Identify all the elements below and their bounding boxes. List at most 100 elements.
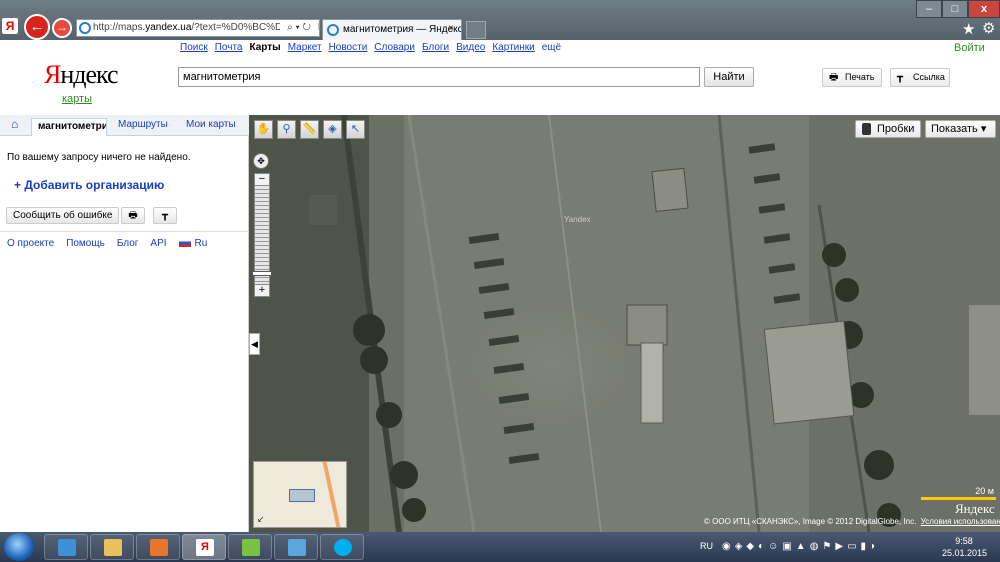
- ruler-icon[interactable]: 📏: [300, 120, 319, 139]
- taskbar-app-audio[interactable]: [274, 534, 318, 560]
- taskbar-app-skype[interactable]: [320, 534, 364, 560]
- start-button[interactable]: [4, 533, 34, 561]
- nav-link-maps: Карты: [249, 42, 281, 53]
- yandex-favicon: Я: [2, 18, 18, 34]
- nav-link-search[interactable]: Поиск: [180, 42, 208, 53]
- nav-link-images[interactable]: Картинки: [492, 42, 534, 53]
- zoom-control: ✥ − +: [252, 153, 272, 298]
- mail-icon: [58, 539, 76, 556]
- zoom-slider-thumb[interactable]: [252, 271, 272, 276]
- home-icon[interactable]: ⌂: [11, 117, 18, 131]
- close-window-button[interactable]: x: [968, 0, 1000, 18]
- folder-icon: [104, 539, 122, 556]
- nav-link-mail[interactable]: Почта: [215, 42, 243, 53]
- sidebar-tabs: ⌂ магнитометрия Маршруты Мои карты: [0, 115, 249, 136]
- top-nav: Поиск Почта Карты Маркет Новости Словари Блоги…: [180, 42, 568, 53]
- browser-chrome: Я ← → http://maps.yandex.ua/?text=%D0%BC…: [0, 0, 1000, 40]
- nav-link-more[interactable]: ещё: [542, 42, 561, 53]
- service-name-link[interactable]: карты: [62, 93, 92, 105]
- map-watermark: Yandex: [564, 215, 591, 224]
- russian-flag-icon: [178, 239, 191, 247]
- nav-link-blogs[interactable]: Блоги: [422, 42, 449, 53]
- nav-link-dictionaries[interactable]: Словари: [374, 42, 415, 53]
- map-yandex-logo: Яндекс: [955, 501, 995, 516]
- language-label: Ru: [194, 238, 208, 249]
- minimap-road: [320, 462, 344, 527]
- forward-button[interactable]: →: [52, 18, 72, 38]
- add-organization-link[interactable]: + Добавить организацию: [14, 178, 164, 192]
- taskbar-app-explorer[interactable]: [90, 534, 134, 560]
- pin-icon: ┳: [897, 72, 904, 83]
- minimize-button[interactable]: –: [916, 0, 942, 18]
- tab-search-results[interactable]: магнитометрия: [31, 118, 107, 136]
- magnifier-icon[interactable]: ⚲: [277, 120, 296, 139]
- terms-link[interactable]: Условия использования: [921, 517, 1000, 526]
- layers-icon[interactable]: ◈: [323, 120, 342, 139]
- gear-icon[interactable]: ⚙: [982, 19, 995, 37]
- print-button[interactable]: 🖶 Печать: [822, 68, 882, 87]
- overview-minimap[interactable]: ↙: [253, 461, 347, 528]
- footer-links: О проекте Помощь Блог API Ru: [7, 238, 219, 249]
- printer-icon: 🖶: [128, 210, 138, 221]
- link-results-button[interactable]: ┳: [153, 207, 177, 224]
- satellite-imagery: [309, 115, 1000, 532]
- speaker-icon: [288, 539, 306, 556]
- tab-close-icon[interactable]: ×: [448, 23, 454, 34]
- hand-icon[interactable]: ✋: [254, 120, 273, 139]
- yandex-icon: Я: [196, 539, 214, 556]
- taskbar-app-media-player[interactable]: [136, 534, 180, 560]
- find-button[interactable]: Найти: [704, 67, 754, 87]
- zoom-in-button[interactable]: +: [254, 284, 270, 297]
- taskbar-app-file[interactable]: [228, 534, 272, 560]
- login-link[interactable]: Войти: [954, 42, 985, 54]
- yandex-logo[interactable]: Яндекс: [44, 60, 119, 90]
- taskbar-app-outlook[interactable]: [44, 534, 88, 560]
- logo-rest: ндекс: [60, 60, 118, 89]
- back-button[interactable]: ←: [24, 14, 50, 40]
- zoom-out-button[interactable]: −: [254, 173, 270, 186]
- compass-icon[interactable]: ✥: [253, 153, 269, 169]
- report-error-button[interactable]: Сообщить об ошибке: [6, 207, 120, 224]
- address-tools[interactable]: ⌕ ▾ ↻: [280, 20, 318, 36]
- language-indicator[interactable]: RU: [700, 541, 713, 551]
- nav-link-market[interactable]: Маркет: [288, 42, 322, 53]
- ie-icon: [327, 24, 339, 36]
- printer-icon: 🖶: [829, 72, 839, 83]
- new-tab-button[interactable]: [466, 21, 486, 39]
- nav-link-news[interactable]: Новости: [329, 42, 368, 53]
- nav-link-video[interactable]: Видео: [456, 42, 485, 53]
- tab-routes[interactable]: Маршруты: [118, 119, 168, 130]
- sidebar: ⌂ магнитометрия Маршруты Мои карты По ва…: [0, 115, 249, 532]
- divider: [0, 231, 249, 232]
- search-input[interactable]: [178, 67, 700, 87]
- collapse-sidebar-button[interactable]: ◀: [249, 333, 260, 355]
- print-results-button[interactable]: 🖶: [121, 207, 145, 224]
- traffic-button[interactable]: Пробки: [855, 120, 921, 138]
- system-tray-icons[interactable]: ◉◈◆◐☺▣▲◍⚑▶▭▮◗: [722, 541, 880, 552]
- footer-link-blog[interactable]: Блог: [117, 238, 139, 249]
- traffic-label: Пробки: [877, 123, 915, 135]
- scale-bar: [921, 497, 996, 500]
- taskbar-app-yandex-browser[interactable]: Я: [182, 534, 226, 560]
- show-layers-dropdown[interactable]: Показать ▾: [925, 120, 996, 138]
- windows-taskbar: Я RU ◉◈◆◐☺▣▲◍⚑▶▭▮◗ 9:58 25.01.2015: [0, 532, 1000, 562]
- footer-link-help[interactable]: Помощь: [66, 238, 105, 249]
- browser-tab[interactable]: магнитометрия — Яндекс...: [322, 19, 462, 40]
- maximize-button[interactable]: □: [942, 0, 968, 18]
- satellite-map[interactable]: ✋ ⚲ 📏 ◈ ↖ ✥ − + ◀ Yandex Пробки Показать…: [249, 115, 1000, 532]
- system-clock[interactable]: 9:58 25.01.2015: [942, 535, 987, 559]
- footer-link-api[interactable]: API: [150, 238, 166, 249]
- footer-link-about[interactable]: О проекте: [7, 238, 54, 249]
- clock-time: 9:58: [955, 536, 973, 546]
- tab-my-maps[interactable]: Мои карты: [186, 119, 236, 130]
- star-icon[interactable]: ★: [962, 20, 975, 38]
- yandex-header: Поиск Почта Карты Маркет Новости Словари Блоги…: [0, 40, 1000, 115]
- minimap-viewport[interactable]: [289, 489, 315, 502]
- link-button[interactable]: ┳ Ссылка: [890, 68, 950, 87]
- pointer-icon[interactable]: ↖: [346, 120, 365, 139]
- language-switch[interactable]: Ru: [178, 238, 208, 249]
- copyright-text: © ООО ИТЦ «СКАНЭКС», Image © 2012 Digita…: [704, 517, 917, 526]
- print-label: Печать: [845, 72, 875, 82]
- minimap-toggle-icon[interactable]: ↙: [257, 514, 265, 525]
- zoom-slider[interactable]: [254, 173, 270, 295]
